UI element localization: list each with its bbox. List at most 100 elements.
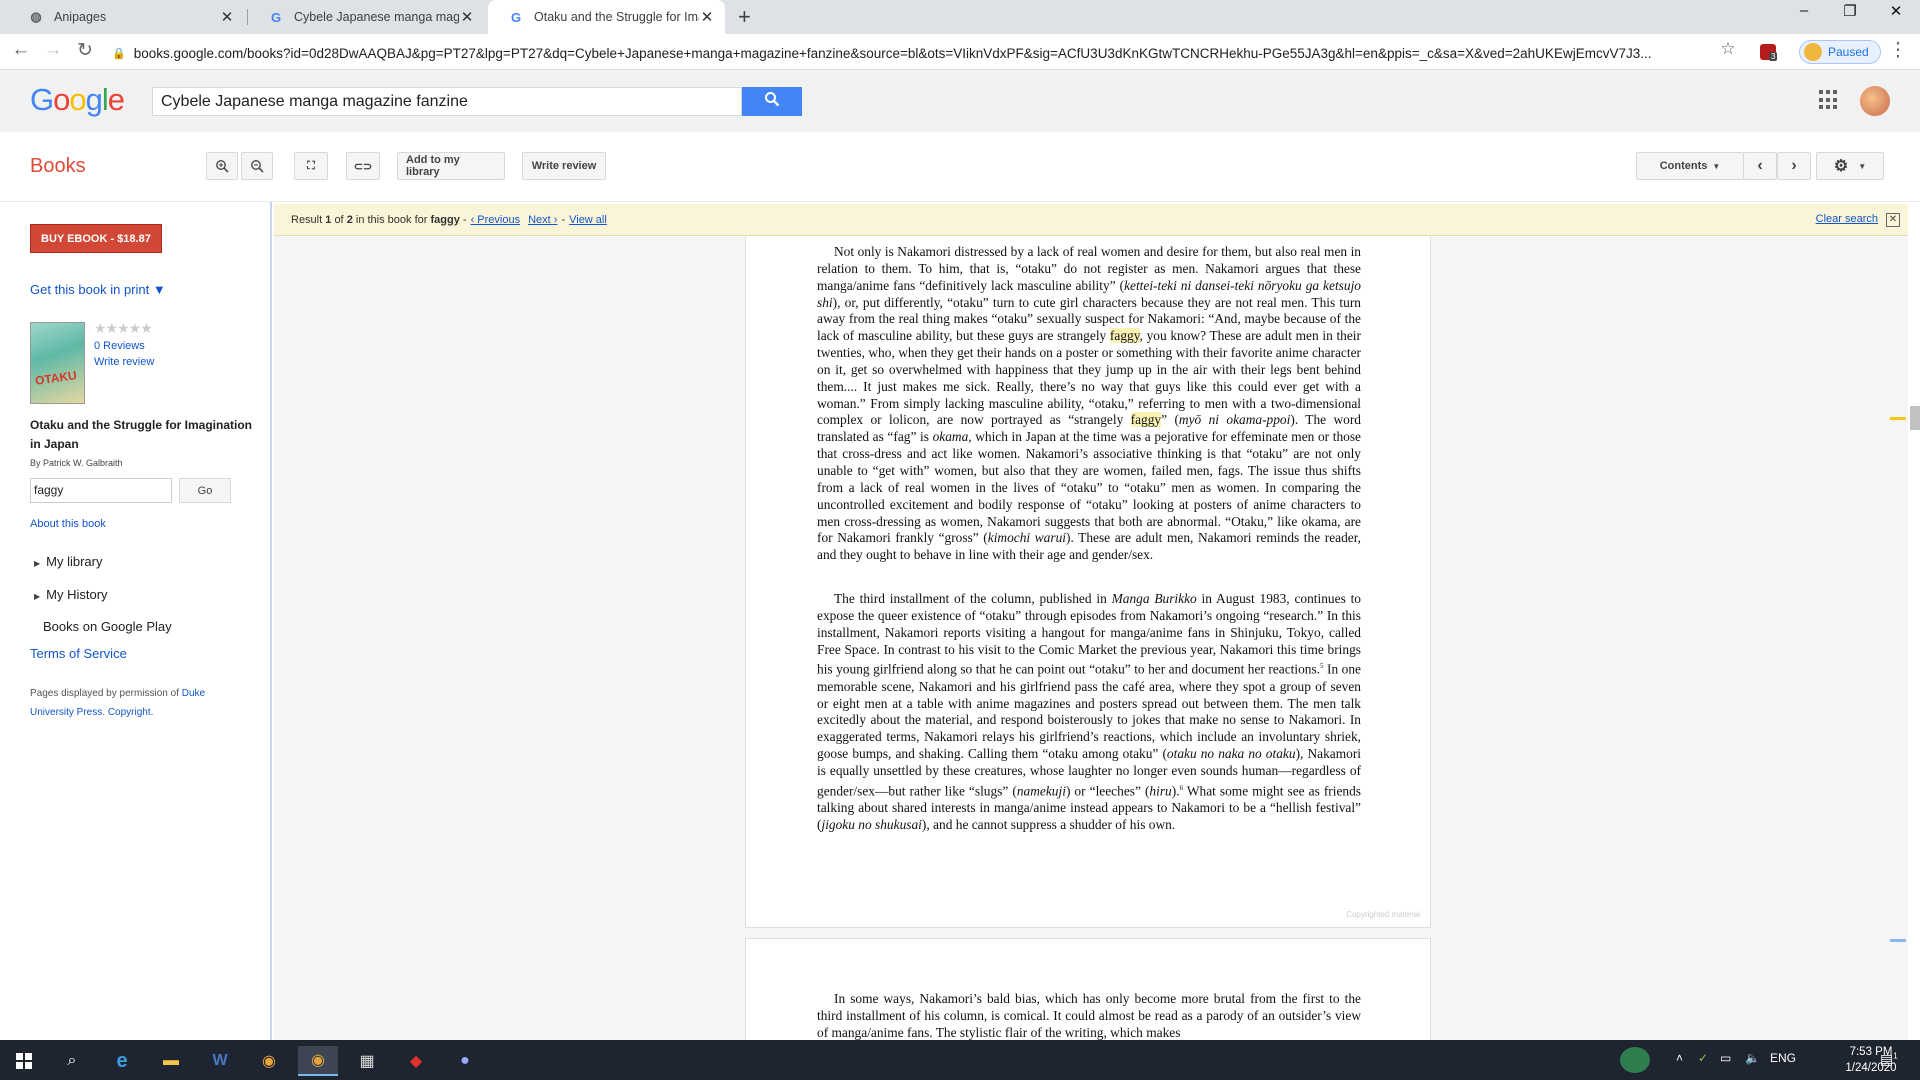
extension-badge: 3 [1769, 52, 1778, 61]
of-label: of [334, 213, 344, 226]
network-icon[interactable]: ▭ [1720, 1051, 1731, 1065]
about-book-link[interactable]: About this book [30, 518, 106, 530]
search-input[interactable]: Cybele Japanese manga magazine fanzine [152, 87, 742, 116]
zoom-in-icon[interactable] [206, 152, 238, 180]
expand-triangle-icon: ▶ [34, 592, 41, 601]
reviews-link[interactable]: 0 Reviews [94, 340, 145, 352]
url-text: books.google.com/books?id=0d28DwAAQBAJ&p… [133, 45, 1652, 61]
internet-explorer-icon[interactable]: e [102, 1046, 142, 1076]
expand-triangle-icon: ▶ [34, 559, 41, 568]
tab-anipages[interactable]: ◍ Anipages ✕ [8, 0, 245, 34]
globe-icon: ◍ [30, 9, 42, 24]
extension-icon[interactable]: 3 [1760, 44, 1778, 61]
search-icon[interactable]: ⌕ [52, 1046, 92, 1076]
close-icon[interactable]: ✕ [1886, 213, 1900, 227]
profile-paused-button[interactable]: Paused [1799, 40, 1881, 64]
reload-icon[interactable]: ↻ [72, 39, 98, 62]
my-library-item[interactable]: ▶ My library [34, 554, 103, 569]
tab-title: Cybele Japanese manga magazin [294, 10, 459, 24]
tab-title: Anipages [54, 10, 107, 24]
dropdown-arrow-icon: ▼ [1712, 161, 1721, 171]
file-explorer-icon[interactable]: ▬ [151, 1046, 191, 1076]
write-review-link[interactable]: Write review [94, 356, 154, 368]
activity-monitor-icon[interactable] [1620, 1047, 1650, 1073]
back-arrow-icon[interactable]: ← [8, 39, 34, 61]
tray-app-icon[interactable]: ✓ [1698, 1051, 1708, 1065]
contents-dropdown[interactable]: Contents ▼ [1636, 152, 1744, 180]
previous-result-link[interactable]: ‹ Previous [471, 214, 521, 226]
new-tab-icon[interactable]: + [738, 4, 751, 30]
acrobat-icon[interactable]: ◆ [396, 1046, 436, 1076]
book-viewer[interactable]: Not only is Nakamori distressed by a lac… [274, 236, 1908, 1040]
my-history-item[interactable]: ▶ My History [34, 587, 108, 602]
notification-center-icon[interactable]: ▤1 [1880, 1051, 1898, 1068]
minimize-icon[interactable]: – [1784, 2, 1824, 19]
search-hit-marker[interactable] [1890, 417, 1906, 420]
google-header: Google Cybele Japanese manga magazine fa… [0, 70, 1920, 132]
copyright-watermark: Copyrighted material [1346, 910, 1420, 919]
go-button[interactable]: Go [179, 478, 231, 503]
close-tab-icon[interactable]: ✕ [219, 8, 235, 26]
search-result-bar: Result 1 of 2 in this book for faggy - ‹ … [274, 204, 1908, 236]
copyright-link[interactable]: Copyright [108, 707, 151, 718]
forward-arrow-icon[interactable]: → [40, 39, 66, 61]
profile-status: Paused [1828, 45, 1869, 59]
view-all-link[interactable]: View all [569, 214, 607, 226]
search-highlight: faggy [1130, 412, 1162, 428]
browser-menu-icon[interactable]: ⋮ [1885, 39, 1911, 62]
close-tab-icon[interactable]: ✕ [459, 8, 475, 26]
restore-icon[interactable]: ❐ [1830, 2, 1870, 20]
write-review-button[interactable]: Write review [522, 152, 606, 180]
result-current: 1 [325, 213, 332, 226]
recording-app-icon[interactable]: ● [445, 1046, 485, 1076]
volume-icon[interactable]: 🔈 [1745, 1051, 1760, 1065]
tab-cybele-search[interactable]: G Cybele Japanese manga magazin ✕ [248, 0, 485, 34]
google-g-icon: G [270, 9, 282, 25]
windows-start-icon[interactable] [4, 1046, 44, 1076]
close-tab-icon[interactable]: ✕ [699, 8, 715, 26]
link-icon[interactable]: ⊂⊃ [346, 152, 380, 180]
window-close-icon[interactable]: ✕ [1876, 2, 1916, 20]
books-title[interactable]: Books [30, 155, 86, 178]
search-in-book-input[interactable]: faggy [30, 478, 172, 503]
settings-gear-icon[interactable]: ⚙ ▼ [1816, 152, 1884, 180]
play-books-link[interactable]: Books on Google Play [43, 619, 172, 634]
media-app-icon[interactable]: ▦ [347, 1046, 387, 1076]
address-bar[interactable]: 🔒 books.google.com/books?id=0d28DwAAQBAJ… [112, 41, 1722, 65]
buy-ebook-button[interactable]: BUY EBOOK - $18.87 [30, 224, 162, 253]
next-page-icon[interactable]: › [1777, 152, 1811, 180]
paragraph-2: The third installment of the column, pub… [817, 591, 1362, 832]
my-history-label: My History [46, 587, 108, 602]
apps-grid-icon[interactable] [1819, 90, 1839, 110]
account-avatar[interactable] [1860, 86, 1890, 116]
search-icon [764, 91, 780, 112]
fullscreen-icon[interactable]: ⛶ [294, 152, 328, 180]
paragraph-1: Not only is Nakamori distressed by a lac… [817, 244, 1361, 563]
next-result-link[interactable]: Next › [528, 214, 557, 226]
google-logo[interactable]: Google [30, 82, 125, 118]
terms-of-service-link[interactable]: Terms of Service [30, 646, 127, 661]
chrome-icon[interactable]: ◉ [249, 1046, 289, 1076]
search-button[interactable] [742, 87, 802, 116]
browser-toolbar: ← → ↻ 🔒 books.google.com/books?id=0d28Dw… [0, 34, 1920, 70]
book-author: By Patrick W. Galbraith [30, 458, 123, 468]
add-to-library-button[interactable]: Add to my library [397, 152, 505, 180]
profile-avatar-icon [1804, 43, 1822, 61]
tray-chevron-icon[interactable]: ˄ [1676, 1051, 1683, 1065]
book-cover-thumbnail[interactable]: OTAKU [30, 322, 85, 404]
tab-otaku-book[interactable]: G Otaku and the Struggle for Imag ✕ [488, 0, 725, 34]
language-indicator[interactable]: ENG [1770, 1051, 1796, 1065]
scrollbar-thumb[interactable] [1910, 406, 1920, 430]
previous-page-icon[interactable]: ‹ [1743, 152, 1777, 180]
cover-title: OTAKU [34, 368, 78, 388]
google-g-icon: G [510, 9, 522, 25]
rating-stars-icon: ★★★★★ [94, 320, 153, 336]
get-in-print-link[interactable]: Get this book in print ▼ [30, 282, 166, 297]
chrome-active-icon[interactable]: ◉ [298, 1046, 338, 1076]
zoom-out-icon[interactable] [241, 152, 273, 180]
clear-search-link[interactable]: Clear search [1816, 213, 1878, 225]
page-position-marker [1890, 939, 1906, 942]
bookmark-star-icon[interactable]: ☆ [1715, 39, 1741, 59]
word-icon[interactable]: W [200, 1046, 240, 1076]
left-sidebar: BUY EBOOK - $18.87 Get this book in prin… [0, 202, 272, 1040]
